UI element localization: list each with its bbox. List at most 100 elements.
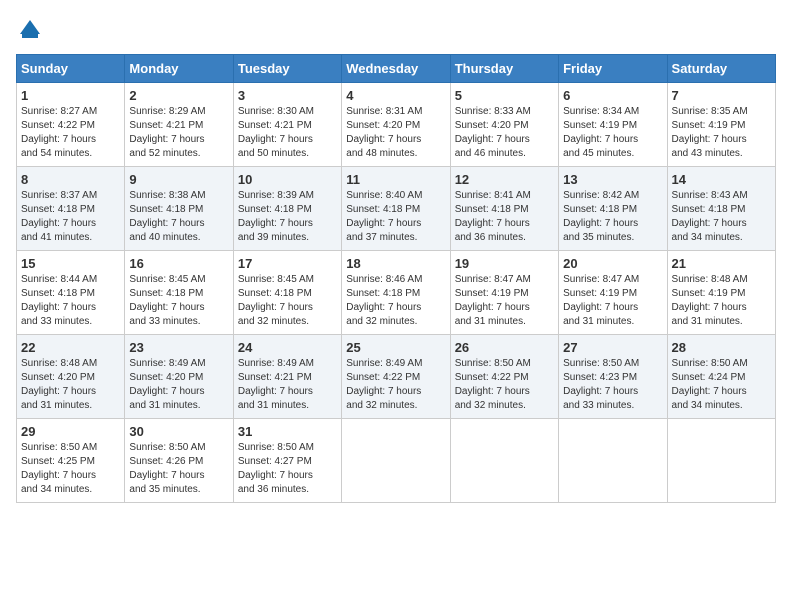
calendar-cell: 27 Sunrise: 8:50 AMSunset: 4:23 PMDaylig… — [559, 335, 667, 419]
calendar-cell: 3 Sunrise: 8:30 AMSunset: 4:21 PMDayligh… — [233, 83, 341, 167]
day-info: Sunrise: 8:48 AMSunset: 4:20 PMDaylight:… — [21, 358, 97, 411]
day-info: Sunrise: 8:29 AMSunset: 4:21 PMDaylight:… — [129, 106, 205, 159]
day-number: 22 — [21, 340, 120, 355]
page-header — [16, 16, 776, 44]
calendar-cell: 31 Sunrise: 8:50 AMSunset: 4:27 PMDaylig… — [233, 419, 341, 503]
calendar-week-row: 1 Sunrise: 8:27 AMSunset: 4:22 PMDayligh… — [17, 83, 776, 167]
calendar-table: SundayMondayTuesdayWednesdayThursdayFrid… — [16, 54, 776, 503]
day-info: Sunrise: 8:48 AMSunset: 4:19 PMDaylight:… — [672, 274, 748, 327]
calendar-cell: 6 Sunrise: 8:34 AMSunset: 4:19 PMDayligh… — [559, 83, 667, 167]
day-number: 9 — [129, 172, 228, 187]
calendar-cell: 11 Sunrise: 8:40 AMSunset: 4:18 PMDaylig… — [342, 167, 450, 251]
day-number: 5 — [455, 88, 554, 103]
day-number: 3 — [238, 88, 337, 103]
day-info: Sunrise: 8:31 AMSunset: 4:20 PMDaylight:… — [346, 106, 422, 159]
calendar-cell: 30 Sunrise: 8:50 AMSunset: 4:26 PMDaylig… — [125, 419, 233, 503]
calendar-week-row: 29 Sunrise: 8:50 AMSunset: 4:25 PMDaylig… — [17, 419, 776, 503]
day-info: Sunrise: 8:38 AMSunset: 4:18 PMDaylight:… — [129, 190, 205, 243]
calendar-cell: 25 Sunrise: 8:49 AMSunset: 4:22 PMDaylig… — [342, 335, 450, 419]
day-number: 11 — [346, 172, 445, 187]
day-info: Sunrise: 8:45 AMSunset: 4:18 PMDaylight:… — [238, 274, 314, 327]
day-info: Sunrise: 8:34 AMSunset: 4:19 PMDaylight:… — [563, 106, 639, 159]
day-number: 16 — [129, 256, 228, 271]
day-number: 18 — [346, 256, 445, 271]
calendar-week-row: 15 Sunrise: 8:44 AMSunset: 4:18 PMDaylig… — [17, 251, 776, 335]
calendar-cell: 9 Sunrise: 8:38 AMSunset: 4:18 PMDayligh… — [125, 167, 233, 251]
day-number: 13 — [563, 172, 662, 187]
day-number: 14 — [672, 172, 771, 187]
calendar-cell — [559, 419, 667, 503]
calendar-cell — [342, 419, 450, 503]
calendar-cell: 21 Sunrise: 8:48 AMSunset: 4:19 PMDaylig… — [667, 251, 775, 335]
day-info: Sunrise: 8:50 AMSunset: 4:25 PMDaylight:… — [21, 442, 97, 495]
day-info: Sunrise: 8:50 AMSunset: 4:27 PMDaylight:… — [238, 442, 314, 495]
day-number: 21 — [672, 256, 771, 271]
day-number: 12 — [455, 172, 554, 187]
calendar-cell: 15 Sunrise: 8:44 AMSunset: 4:18 PMDaylig… — [17, 251, 125, 335]
calendar-cell: 2 Sunrise: 8:29 AMSunset: 4:21 PMDayligh… — [125, 83, 233, 167]
day-number: 8 — [21, 172, 120, 187]
calendar-cell: 19 Sunrise: 8:47 AMSunset: 4:19 PMDaylig… — [450, 251, 558, 335]
calendar-week-row: 8 Sunrise: 8:37 AMSunset: 4:18 PMDayligh… — [17, 167, 776, 251]
logo-icon — [16, 16, 44, 44]
calendar-cell: 5 Sunrise: 8:33 AMSunset: 4:20 PMDayligh… — [450, 83, 558, 167]
calendar-header-monday: Monday — [125, 55, 233, 83]
day-number: 28 — [672, 340, 771, 355]
day-info: Sunrise: 8:49 AMSunset: 4:21 PMDaylight:… — [238, 358, 314, 411]
day-number: 1 — [21, 88, 120, 103]
calendar-cell: 12 Sunrise: 8:41 AMSunset: 4:18 PMDaylig… — [450, 167, 558, 251]
day-info: Sunrise: 8:42 AMSunset: 4:18 PMDaylight:… — [563, 190, 639, 243]
day-number: 17 — [238, 256, 337, 271]
calendar-cell: 24 Sunrise: 8:49 AMSunset: 4:21 PMDaylig… — [233, 335, 341, 419]
calendar-cell: 20 Sunrise: 8:47 AMSunset: 4:19 PMDaylig… — [559, 251, 667, 335]
day-number: 31 — [238, 424, 337, 439]
calendar-cell: 17 Sunrise: 8:45 AMSunset: 4:18 PMDaylig… — [233, 251, 341, 335]
day-number: 24 — [238, 340, 337, 355]
calendar-cell: 13 Sunrise: 8:42 AMSunset: 4:18 PMDaylig… — [559, 167, 667, 251]
day-number: 2 — [129, 88, 228, 103]
day-number: 15 — [21, 256, 120, 271]
day-info: Sunrise: 8:49 AMSunset: 4:20 PMDaylight:… — [129, 358, 205, 411]
day-info: Sunrise: 8:27 AMSunset: 4:22 PMDaylight:… — [21, 106, 97, 159]
calendar-cell: 8 Sunrise: 8:37 AMSunset: 4:18 PMDayligh… — [17, 167, 125, 251]
day-number: 7 — [672, 88, 771, 103]
day-number: 20 — [563, 256, 662, 271]
day-info: Sunrise: 8:37 AMSunset: 4:18 PMDaylight:… — [21, 190, 97, 243]
day-info: Sunrise: 8:47 AMSunset: 4:19 PMDaylight:… — [563, 274, 639, 327]
calendar-header-thursday: Thursday — [450, 55, 558, 83]
day-number: 4 — [346, 88, 445, 103]
calendar-cell: 28 Sunrise: 8:50 AMSunset: 4:24 PMDaylig… — [667, 335, 775, 419]
day-number: 6 — [563, 88, 662, 103]
day-info: Sunrise: 8:45 AMSunset: 4:18 PMDaylight:… — [129, 274, 205, 327]
day-info: Sunrise: 8:43 AMSunset: 4:18 PMDaylight:… — [672, 190, 748, 243]
day-number: 27 — [563, 340, 662, 355]
calendar-header-tuesday: Tuesday — [233, 55, 341, 83]
calendar-cell: 7 Sunrise: 8:35 AMSunset: 4:19 PMDayligh… — [667, 83, 775, 167]
day-number: 29 — [21, 424, 120, 439]
day-info: Sunrise: 8:44 AMSunset: 4:18 PMDaylight:… — [21, 274, 97, 327]
calendar-cell — [667, 419, 775, 503]
day-number: 23 — [129, 340, 228, 355]
calendar-cell: 18 Sunrise: 8:46 AMSunset: 4:18 PMDaylig… — [342, 251, 450, 335]
day-info: Sunrise: 8:33 AMSunset: 4:20 PMDaylight:… — [455, 106, 531, 159]
day-info: Sunrise: 8:49 AMSunset: 4:22 PMDaylight:… — [346, 358, 422, 411]
day-number: 19 — [455, 256, 554, 271]
day-info: Sunrise: 8:46 AMSunset: 4:18 PMDaylight:… — [346, 274, 422, 327]
day-info: Sunrise: 8:40 AMSunset: 4:18 PMDaylight:… — [346, 190, 422, 243]
calendar-header-row: SundayMondayTuesdayWednesdayThursdayFrid… — [17, 55, 776, 83]
calendar-cell — [450, 419, 558, 503]
day-info: Sunrise: 8:30 AMSunset: 4:21 PMDaylight:… — [238, 106, 314, 159]
calendar-cell: 23 Sunrise: 8:49 AMSunset: 4:20 PMDaylig… — [125, 335, 233, 419]
day-info: Sunrise: 8:50 AMSunset: 4:22 PMDaylight:… — [455, 358, 531, 411]
calendar-cell: 22 Sunrise: 8:48 AMSunset: 4:20 PMDaylig… — [17, 335, 125, 419]
logo — [16, 16, 48, 44]
day-number: 10 — [238, 172, 337, 187]
day-number: 25 — [346, 340, 445, 355]
day-info: Sunrise: 8:50 AMSunset: 4:24 PMDaylight:… — [672, 358, 748, 411]
day-info: Sunrise: 8:39 AMSunset: 4:18 PMDaylight:… — [238, 190, 314, 243]
calendar-cell: 14 Sunrise: 8:43 AMSunset: 4:18 PMDaylig… — [667, 167, 775, 251]
calendar-cell: 10 Sunrise: 8:39 AMSunset: 4:18 PMDaylig… — [233, 167, 341, 251]
calendar-header-sunday: Sunday — [17, 55, 125, 83]
calendar-cell: 29 Sunrise: 8:50 AMSunset: 4:25 PMDaylig… — [17, 419, 125, 503]
day-number: 26 — [455, 340, 554, 355]
